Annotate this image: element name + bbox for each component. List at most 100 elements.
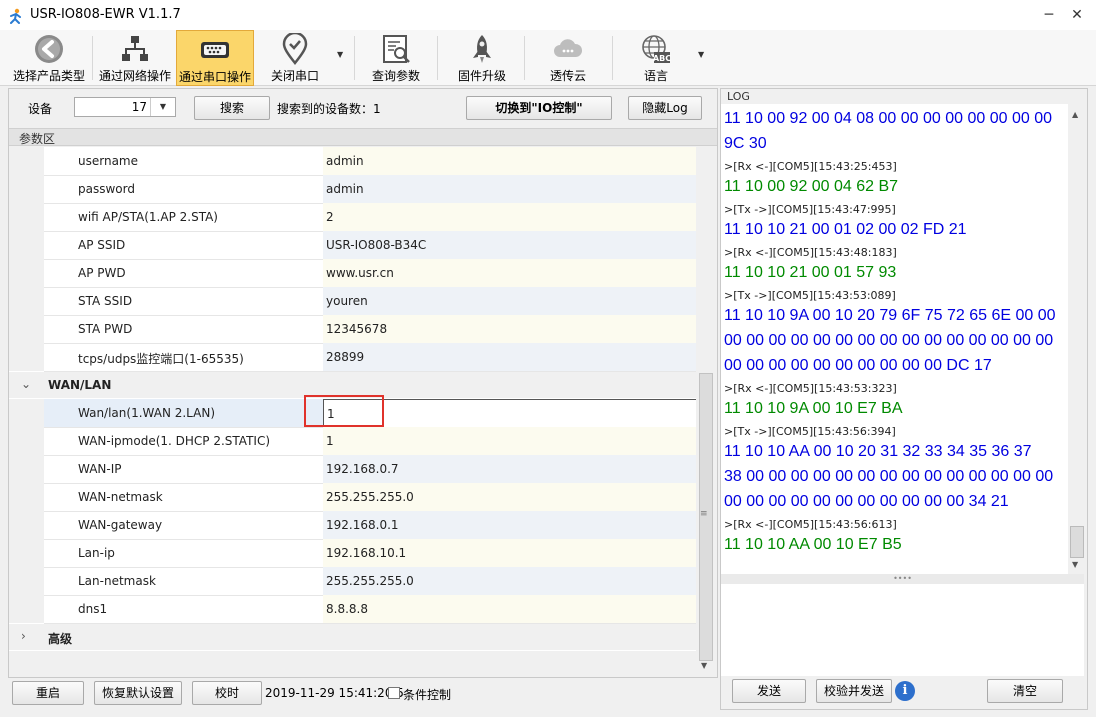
param-name-cell[interactable]: dns1 (44, 595, 324, 624)
param-value-cell[interactable]: USR-IO808-B34C (323, 231, 696, 260)
scrollbar-thumb[interactable] (1070, 526, 1084, 558)
param-value: 12345678 (326, 322, 388, 336)
category-title: WAN/LAN (48, 378, 112, 392)
hide-log-button[interactable]: 隐藏Log (628, 96, 702, 120)
param-value-cell[interactable]: 192.168.10.1 (323, 539, 696, 568)
param-name: WAN-ipmode(1. DHCP 2.STATIC) (78, 434, 271, 448)
language-button[interactable]: ABC 语言 (618, 30, 694, 86)
param-value-cell[interactable]: 192.168.0.7 (323, 455, 696, 484)
param-value-cell[interactable]: 2 (323, 203, 696, 232)
param-value-cell[interactable]: 28899 (323, 343, 696, 372)
param-name-cell[interactable]: WAN-gateway (44, 511, 324, 540)
param-value-cell[interactable]: www.usr.cn (323, 259, 696, 288)
annotation-highlight-box (304, 395, 384, 427)
minimize-button[interactable]: ─ (1036, 4, 1062, 26)
language-globe-icon: ABC (640, 33, 672, 65)
param-name: WAN-gateway (78, 518, 163, 532)
verify-and-send-button[interactable]: 校验并发送 (816, 679, 892, 703)
param-value-cell[interactable]: 255.255.255.0 (323, 483, 696, 512)
transparent-cloud-button[interactable]: 透传云 (530, 30, 606, 86)
param-row: tcps/udps监控端口(1-65535) 28899 (9, 343, 696, 372)
condition-control-checkbox[interactable] (388, 687, 400, 699)
param-name-cell[interactable]: WAN-ipmode(1. DHCP 2.STATIC) (44, 427, 324, 456)
toolbar-separator (437, 36, 438, 80)
select-product-type-button[interactable]: 选择产品类型 (8, 30, 90, 86)
param-value: 1 (326, 434, 334, 448)
param-row: WAN-ipmode(1. DHCP 2.STATIC) 1 (9, 427, 696, 456)
scroll-down-icon[interactable]: ▼ (1072, 560, 1078, 569)
device-select[interactable]: 17 ▼ (74, 97, 176, 117)
param-value-cell[interactable]: 192.168.0.1 (323, 511, 696, 540)
send-input[interactable] (721, 584, 1084, 676)
param-value: 255.255.255.0 (326, 574, 414, 588)
dropdown-arrow-icon[interactable]: ▼ (337, 50, 347, 60)
param-name-cell[interactable]: wifi AP/STA(1.AP 2.STA) (44, 203, 324, 232)
param-name-cell[interactable]: Wan/lan(1.WAN 2.LAN) (44, 399, 324, 428)
param-name-cell[interactable]: WAN-netmask (44, 483, 324, 512)
location-check-icon (279, 31, 311, 66)
query-params-button[interactable]: 查询参数 (358, 30, 434, 86)
chevron-down-icon[interactable]: ▼ (150, 98, 175, 116)
firmware-upgrade-button[interactable]: 固件升级 (444, 30, 520, 86)
category-advanced[interactable]: › 高级 (9, 624, 696, 650)
param-value-cell[interactable]: admin (323, 147, 696, 176)
chevron-right-icon[interactable]: › (21, 629, 26, 643)
scroll-up-icon[interactable]: ▲ (1072, 110, 1078, 119)
toolbar-label: 固件升级 (457, 69, 506, 83)
param-name-cell[interactable]: AP SSID (44, 231, 324, 260)
splitter-handle[interactable]: •••• (721, 574, 1084, 584)
log-tx-line: 00 00 00 00 00 00 00 00 00 00 00 00 00 0… (724, 332, 1054, 349)
restart-button[interactable]: 重启 (12, 681, 84, 705)
param-name-cell[interactable]: STA PWD (44, 315, 324, 344)
network-operation-button[interactable]: 通过网络操作 (96, 30, 174, 86)
param-value-cell[interactable]: admin (323, 175, 696, 204)
send-button[interactable]: 发送 (732, 679, 806, 703)
log-output[interactable]: >[Tx ->][COM5][15:43:25:286] 11 10 00 92 … (721, 104, 1068, 574)
param-name-cell[interactable]: WAN-IP (44, 455, 324, 484)
info-icon[interactable]: i (895, 681, 915, 701)
param-value-cell[interactable]: 1 (323, 427, 696, 456)
param-row: STA PWD 12345678 (9, 315, 696, 344)
log-meta-line: >[Rx <-][COM5][15:43:48:183] (724, 246, 897, 259)
param-name-cell[interactable]: STA SSID (44, 287, 324, 316)
param-name: Lan-ip (78, 546, 115, 560)
search-button[interactable]: 搜索 (194, 96, 270, 120)
param-name-cell[interactable]: Lan-ip (44, 539, 324, 568)
param-value-cell[interactable]: youren (323, 287, 696, 316)
sync-time-button[interactable]: 校时 (192, 681, 262, 705)
close-button[interactable]: ✕ (1064, 4, 1090, 26)
restore-defaults-button[interactable]: 恢复默认设置 (94, 681, 182, 705)
param-value-cell[interactable]: 8.8.8.8 (323, 595, 696, 624)
log-rx-line: 11 10 10 9A 00 10 E7 BA (724, 400, 903, 417)
cloud-icon (552, 33, 584, 65)
param-value: admin (326, 154, 364, 168)
param-name-cell[interactable]: password (44, 175, 324, 204)
param-name-cell[interactable]: Lan-netmask (44, 567, 324, 596)
param-name-cell[interactable]: AP PWD (44, 259, 324, 288)
switch-io-control-button[interactable]: 切换到"IO控制" (466, 96, 612, 120)
dropdown-arrow-icon[interactable]: ▼ (698, 50, 708, 60)
param-value-cell[interactable]: 255.255.255.0 (323, 567, 696, 596)
param-row: WAN-gateway 192.168.0.1 (9, 511, 696, 540)
param-name-cell[interactable]: tcps/udps监控端口(1-65535) (44, 343, 324, 372)
grid-scrollbar[interactable]: ≡ ▼ (697, 147, 714, 677)
chevron-down-icon[interactable]: ⌄ (21, 377, 31, 391)
log-tx-line: 11 10 10 AA 00 10 20 31 32 33 34 35 36 3… (724, 443, 1032, 460)
param-value-cell[interactable]: 12345678 (323, 315, 696, 344)
back-arrow-icon (33, 33, 65, 65)
toolbar-label: 查询参数 (371, 69, 420, 83)
log-scrollbar[interactable]: ▲ ▼ (1068, 104, 1084, 574)
log-meta-line: >[Tx ->][COM5][15:43:56:394] (724, 425, 896, 438)
log-title: LOG (727, 90, 750, 103)
serial-operation-button[interactable]: 通过串口操作 (176, 30, 254, 86)
param-row: username admin (9, 147, 696, 176)
scroll-down-icon[interactable]: ▼ (701, 661, 707, 670)
param-name: AP PWD (78, 266, 126, 280)
close-serial-button[interactable]: 关闭串口 (256, 30, 334, 86)
clear-log-button[interactable]: 清空 (987, 679, 1063, 703)
found-device-count: 搜索到的设备数：1 (277, 102, 381, 116)
param-row: Lan-ip 192.168.10.1 (9, 539, 696, 568)
param-name-cell[interactable]: username (44, 147, 324, 176)
param-value: USR-IO808-B34C (326, 238, 427, 252)
param-row: password admin (9, 175, 696, 204)
